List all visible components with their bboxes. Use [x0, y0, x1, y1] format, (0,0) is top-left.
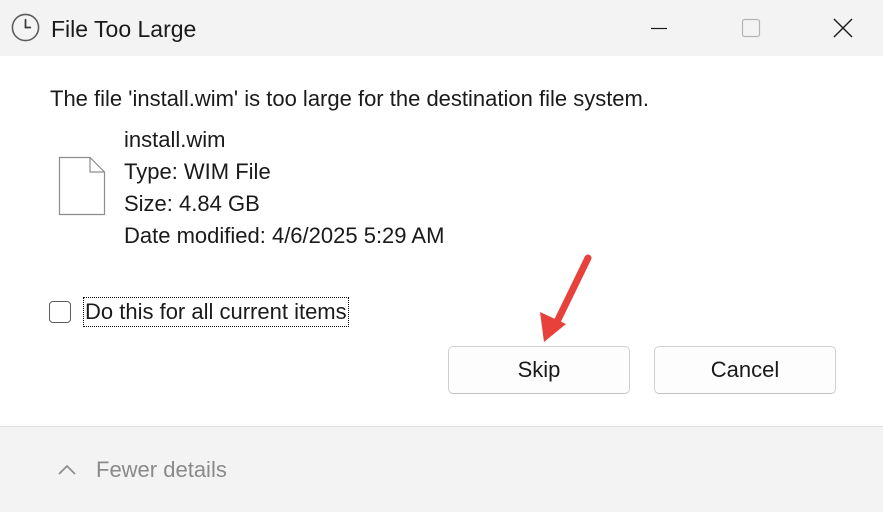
document-icon [58, 156, 106, 216]
minimize-button[interactable] [629, 0, 689, 56]
file-too-large-dialog: File Too Large The file 'install.wim' is… [0, 0, 883, 512]
file-date-modified: Date modified: 4/6/2025 5:29 AM [124, 223, 445, 248]
minimize-icon [651, 27, 667, 30]
maximize-icon [741, 18, 761, 38]
annotation-arrow-icon [540, 254, 592, 342]
file-size: Size: 4.84 GB [124, 191, 260, 216]
file-name: install.wim [124, 127, 226, 152]
file-type: Type: WIM File [124, 159, 271, 184]
error-message: The file 'install.wim' is too large for … [50, 86, 649, 111]
title-bar[interactable]: File Too Large [0, 0, 883, 56]
file-details: install.wim Type: WIM File Size: 4.84 GB… [124, 124, 444, 252]
apply-all-label[interactable]: Do this for all current items [83, 297, 349, 327]
window-title: File Too Large [51, 16, 197, 42]
clock-icon [11, 13, 40, 42]
fewer-details-toggle[interactable]: Fewer details [56, 457, 227, 483]
close-button[interactable] [813, 0, 873, 56]
apply-all-checkbox[interactable] [49, 301, 71, 323]
chevron-up-icon [58, 464, 76, 475]
maximize-button[interactable] [721, 0, 781, 56]
cancel-button[interactable]: Cancel [654, 346, 836, 394]
close-icon [833, 18, 853, 38]
fewer-details-label[interactable]: Fewer details [96, 457, 227, 483]
skip-button[interactable]: Skip [448, 346, 630, 394]
footer: Fewer details [0, 426, 883, 512]
apply-all-option[interactable]: Do this for all current items [49, 294, 349, 330]
